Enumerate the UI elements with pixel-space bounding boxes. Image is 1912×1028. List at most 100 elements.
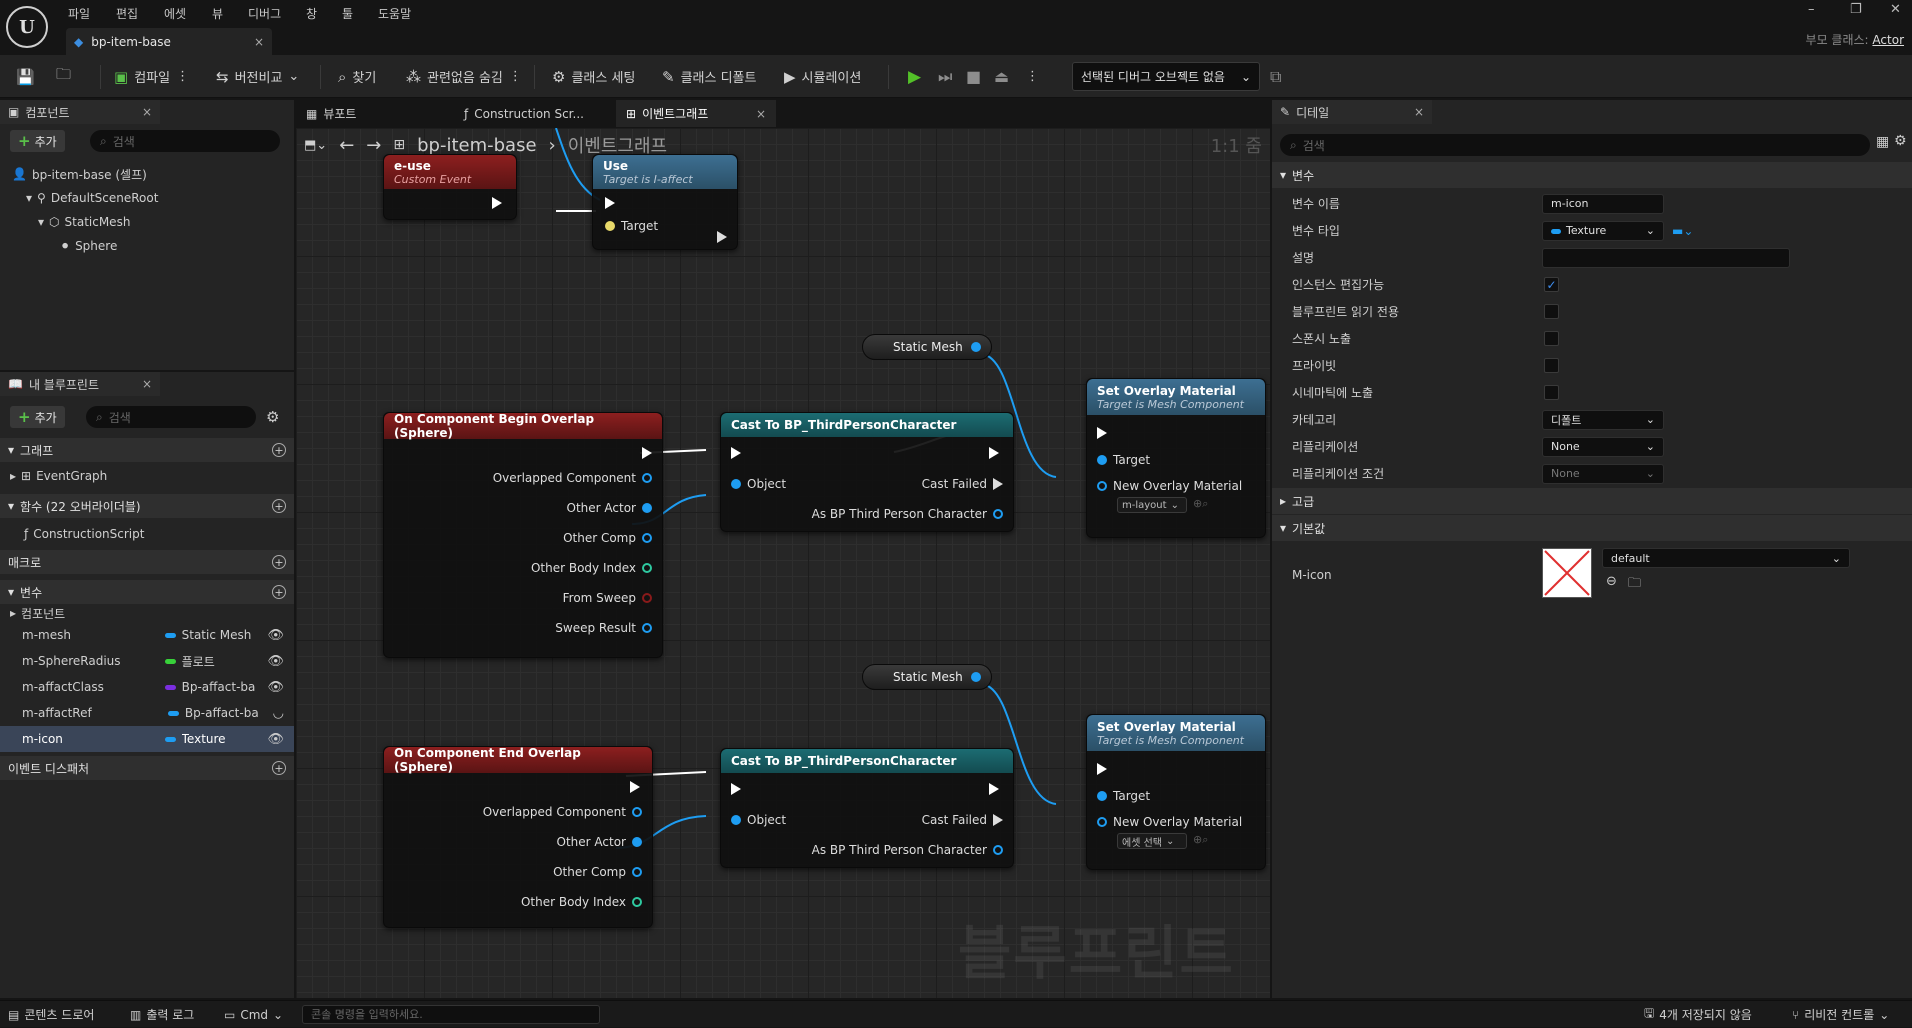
exec-out-pin[interactable]: [630, 781, 640, 793]
exec-in-pin[interactable]: [605, 197, 615, 209]
details-search-input[interactable]: ⌕ 검색: [1280, 134, 1870, 156]
output-pin[interactable]: Other Body Index: [531, 561, 652, 575]
end-overlap-event-node[interactable]: On Component End Overlap (Sphere) Overla…: [383, 746, 653, 928]
find-button[interactable]: ⌕ 찾기: [338, 55, 376, 98]
object-pin[interactable]: Object: [731, 813, 786, 827]
output-pin[interactable]: Other Comp: [553, 865, 642, 879]
add-component-button[interactable]: + 추가: [10, 130, 65, 152]
components-tab[interactable]: ▣ 컴포넌트 ×: [0, 100, 160, 124]
output-pin[interactable]: Other Body Index: [521, 895, 642, 909]
play-options-button[interactable]: ⋮: [1026, 55, 1039, 98]
set-overlay-material-node[interactable]: Set Overlay Material Target is Mesh Compo…: [1086, 714, 1266, 870]
cmd-select[interactable]: ▭ Cmd ⌄: [224, 1001, 283, 1028]
debug-filter-button[interactable]: ⧉: [1270, 55, 1281, 98]
construction-script-item[interactable]: ƒ ConstructionScript: [24, 522, 144, 546]
document-tab[interactable]: ◆ bp-item-base ×: [66, 28, 272, 55]
breadcrumb-root[interactable]: bp-item-base: [417, 135, 536, 156]
restore-button[interactable]: ❐: [1850, 2, 1862, 17]
graph-canvas[interactable]: ⬒⌄ ← → ⊞ bp-item-base › 이벤트그래프 1:1 줌 e-u…: [296, 128, 1270, 998]
play-button[interactable]: ▶: [908, 55, 921, 98]
more-icon[interactable]: ⋮: [176, 69, 189, 84]
console-input[interactable]: 콘솔 명령을 입력하세요.: [302, 1005, 600, 1024]
forward-arrow-icon[interactable]: →: [366, 135, 381, 156]
variable-row[interactable]: m-mesh Static Mesh 👁: [0, 622, 294, 648]
add-variable-icon[interactable]: +: [272, 585, 286, 599]
target-pin[interactable]: Target: [605, 219, 658, 233]
function-node-use[interactable]: Use Target is I-affect Target: [592, 154, 738, 250]
function-section[interactable]: ▾ 함수 (22 오버라이더블) +: [0, 494, 294, 518]
output-pin[interactable]: Overlapped Component: [483, 805, 642, 819]
variable-row[interactable]: m-SphereRadius 플로트 👁: [0, 648, 294, 674]
default-value-section[interactable]: ▾ 기본값: [1272, 515, 1912, 541]
output-pin[interactable]: Other Comp: [563, 531, 652, 545]
add-graph-icon[interactable]: +: [272, 443, 286, 457]
replication-select[interactable]: None ⌄: [1542, 436, 1664, 457]
class-settings-button[interactable]: ⚙ 클래스 세팅: [552, 55, 635, 98]
category-select[interactable]: 디폴트 ⌄: [1542, 409, 1664, 430]
exec-out-pin[interactable]: [717, 231, 727, 243]
as-character-pin[interactable]: As BP Third Person Character: [812, 843, 1003, 857]
use-selected-icon[interactable]: ⊖: [1606, 574, 1617, 589]
begin-overlap-event-node[interactable]: On Component Begin Overlap (Sphere) Over…: [383, 412, 663, 658]
output-pin[interactable]: From Sweep: [563, 591, 652, 605]
output-pin[interactable]: Overlapped Component: [493, 471, 652, 485]
exec-out-pin[interactable]: [989, 783, 999, 795]
object-pin[interactable]: Object: [731, 477, 786, 491]
texture-thumbnail[interactable]: [1542, 548, 1592, 598]
menu-file[interactable]: 파일: [64, 3, 94, 24]
event-dispatcher-section[interactable]: 이벤트 디스패처 +: [0, 756, 294, 780]
cast-to-character-node[interactable]: Cast To BP_ThirdPersonCharacter Object C…: [720, 748, 1014, 868]
event-graph-item[interactable]: ▸ ⊞ EventGraph: [10, 464, 107, 488]
exec-in-pin[interactable]: [731, 447, 741, 459]
rep-condition-select[interactable]: None ⌄: [1542, 463, 1664, 484]
cast-to-character-node[interactable]: Cast To BP_ThirdPersonCharacter Object C…: [720, 412, 1014, 532]
asset-picker-select[interactable]: default ⌄: [1602, 548, 1850, 568]
pin-dot[interactable]: [970, 672, 981, 682]
close-icon[interactable]: ×: [142, 105, 152, 119]
unsaved-button[interactable]: 🖫 4개 저장되지 않음: [1644, 1001, 1752, 1028]
simulation-button[interactable]: ▶ 시뮬레이션: [784, 55, 861, 98]
bp-readonly-checkbox[interactable]: [1544, 304, 1559, 319]
output-log-button[interactable]: ▥ 출력 로그: [130, 1001, 194, 1028]
close-icon[interactable]: ×: [142, 377, 152, 391]
target-pin[interactable]: Target: [1097, 453, 1150, 467]
variable-row[interactable]: m-affactClass Bp-affact-ba 👁: [0, 674, 294, 700]
tree-item-self[interactable]: 👤 bp-item-base (셀프): [12, 162, 147, 186]
content-drawer-button[interactable]: ▤ 콘텐츠 드로어: [8, 1001, 94, 1028]
tree-item-static-mesh[interactable]: ▾ ⬡ StaticMesh: [38, 210, 130, 234]
advanced-section[interactable]: ▸ 고급: [1272, 488, 1912, 514]
add-macro-icon[interactable]: +: [272, 555, 286, 569]
macro-section[interactable]: 매크로 +: [0, 550, 294, 574]
var-name-input[interactable]: m-icon: [1542, 193, 1664, 214]
tab-viewport[interactable]: ▦ 뷰포트: [296, 100, 446, 127]
use-browse-icons[interactable]: ⊕⌕: [1193, 833, 1208, 847]
get-static-mesh-node[interactable]: Static Mesh: [862, 334, 992, 360]
variable-row[interactable]: m-affactRef Bp-affact-ba ◡: [0, 700, 294, 726]
menu-debug[interactable]: 디버그: [244, 3, 285, 24]
browse-asset-icon[interactable]: 🗀: [1628, 574, 1641, 596]
pin-dot[interactable]: [970, 342, 981, 352]
exec-in-pin[interactable]: [1097, 427, 1107, 439]
cast-failed-pin[interactable]: Cast Failed: [922, 477, 1003, 491]
stop-button[interactable]: ■: [966, 55, 981, 98]
exec-out-pin[interactable]: [642, 447, 652, 459]
debug-object-select[interactable]: 선택된 디버그 오브젝트 없음 ⌄: [1072, 62, 1260, 91]
diff-button[interactable]: ⇆ 버전비교 ⌄: [216, 55, 299, 98]
tab-event-graph[interactable]: ⊞ 이벤트그래프 ×: [616, 100, 776, 127]
menu-tools[interactable]: 툴: [338, 3, 357, 24]
close-icon[interactable]: ×: [1414, 105, 1424, 119]
tree-item-default-scene-root[interactable]: ▾ ⚲ DefaultSceneRoot: [26, 186, 158, 210]
output-pin[interactable]: Other Actor: [557, 835, 642, 849]
eye-closed-icon[interactable]: ◡: [273, 706, 284, 721]
tab-construction-script[interactable]: ƒ Construction Scr...: [454, 100, 614, 127]
menu-window[interactable]: 창: [302, 3, 321, 24]
more-icon[interactable]: ⋮: [509, 69, 522, 84]
container-type-icon[interactable]: ▬⌄: [1672, 224, 1693, 238]
gear-icon[interactable]: ⚙: [1894, 133, 1907, 149]
instance-editable-checkbox[interactable]: ✓: [1544, 277, 1559, 292]
class-defaults-button[interactable]: ✎ 클래스 디폴트: [662, 55, 756, 98]
eye-icon[interactable]: 👁: [268, 628, 285, 643]
exec-out-pin[interactable]: [989, 447, 999, 459]
parent-class-link[interactable]: Actor: [1872, 33, 1904, 47]
get-static-mesh-node[interactable]: Static Mesh: [862, 664, 992, 690]
